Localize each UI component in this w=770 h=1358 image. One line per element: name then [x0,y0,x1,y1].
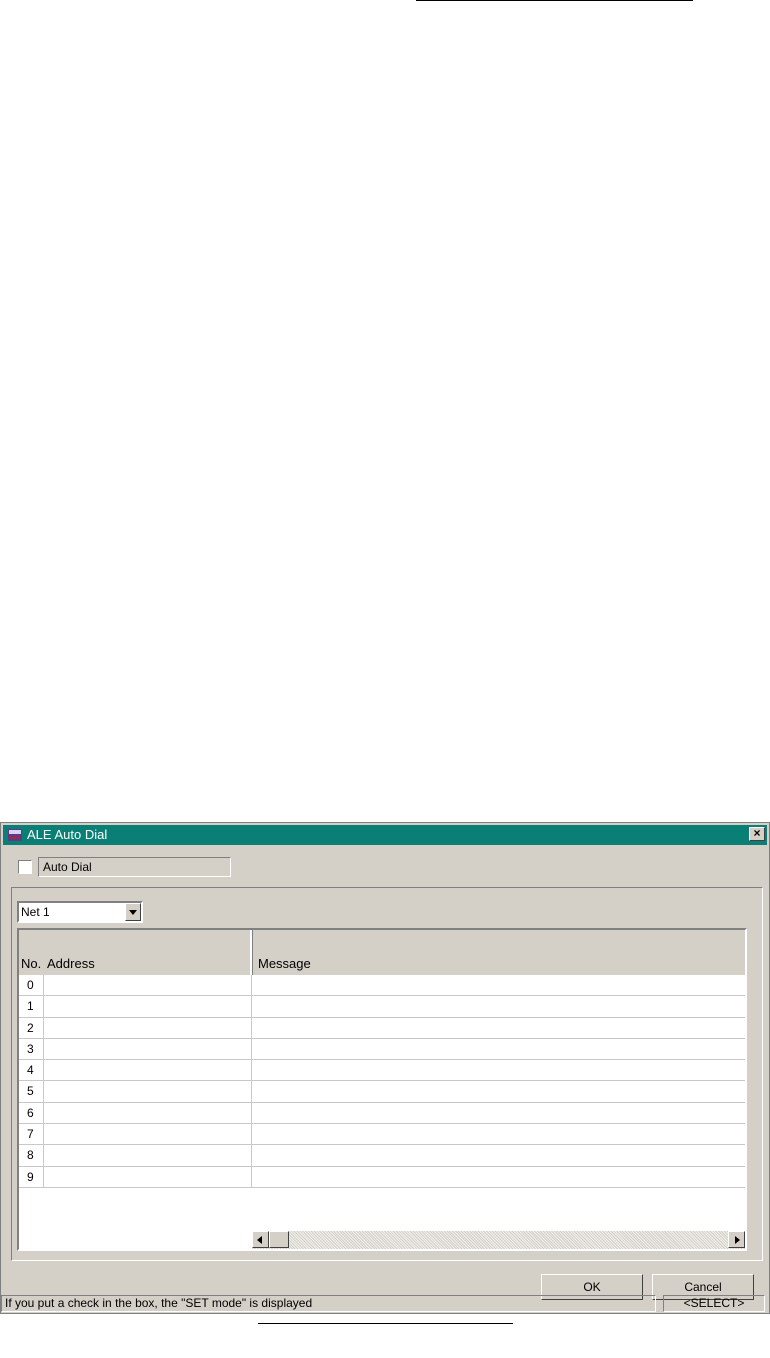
window-title: ALE Auto Dial [27,827,108,842]
address-table: No. Address Message 0 1 2 3 4 5 6 7 8 9 [17,928,747,1251]
message-cell[interactable] [252,975,745,995]
title-bar: ALE Auto Dial × [3,825,767,845]
message-cell[interactable] [252,1124,745,1144]
row-number: 5 [19,1081,44,1102]
close-button[interactable]: × [749,827,765,841]
row-number: 1 [19,996,44,1017]
table-row[interactable]: 8 [19,1145,745,1167]
row-number: 4 [19,1060,44,1081]
table-row[interactable]: 0 [19,975,745,997]
row-number: 7 [19,1124,44,1145]
net-select[interactable]: Net 1 [17,901,143,923]
arrow-left-icon [257,1236,262,1244]
row-number: 0 [19,975,44,996]
address-cell[interactable] [44,1124,252,1145]
table-footer-blank [19,1231,251,1249]
row-number: 6 [19,1102,44,1124]
column-header-message: Message [258,956,311,971]
table-row[interactable]: 5 [19,1081,745,1103]
message-cell[interactable] [252,1167,745,1187]
auto-dial-checkbox[interactable] [18,860,32,874]
radio-app-icon [8,829,22,841]
address-cell[interactable] [44,1038,252,1060]
table-header-right[interactable]: Message [252,930,745,975]
status-message: If you put a check in the box, the "SET … [1,1295,656,1312]
address-cell[interactable] [44,996,252,1017]
address-cell[interactable] [44,975,252,996]
net-select-dropdown-button[interactable] [125,903,141,921]
table-row[interactable]: 7 [19,1124,745,1146]
row-number: 2 [19,1017,44,1038]
page-rule-bottom [258,1323,513,1324]
message-cell[interactable] [252,1103,745,1123]
address-cell[interactable] [44,1017,252,1038]
table-row[interactable]: 4 [19,1060,745,1082]
status-bar: If you put a check in the box, the "SET … [1,1295,769,1313]
table-row[interactable]: 9 [19,1166,745,1188]
chevron-down-icon [129,910,137,915]
status-mode: <SELECT> [663,1295,765,1312]
address-cell[interactable] [44,1166,252,1187]
column-header-address: Address [47,956,95,971]
table-row[interactable]: 3 [19,1038,745,1061]
page-rule-top [416,0,693,1]
scroll-right-button[interactable] [728,1231,745,1248]
message-cell[interactable] [252,1145,745,1165]
message-cell[interactable] [252,1039,745,1059]
address-cell[interactable] [44,1145,252,1166]
message-cell[interactable] [252,1060,745,1080]
horizontal-scrollbar[interactable] [252,1231,745,1249]
table-header-left[interactable]: No. Address [19,930,251,975]
ale-auto-dial-dialog: ALE Auto Dial × Auto Dial Net 1 No. Addr… [0,822,770,1314]
address-cell[interactable] [44,1081,252,1102]
close-icon: × [753,826,761,840]
message-cell[interactable] [252,1018,745,1038]
address-cell[interactable] [44,1102,252,1124]
table-row[interactable]: 1 [19,996,745,1018]
table-row[interactable]: 6 [19,1102,745,1125]
arrow-right-icon [735,1236,740,1244]
column-header-no: No. [21,956,42,971]
table-body: 0 1 2 3 4 5 6 7 8 9 [19,975,745,1188]
row-number: 3 [19,1038,44,1060]
row-number: 9 [19,1166,44,1187]
net-select-value: Net 1 [21,905,50,919]
message-cell[interactable] [252,1081,745,1101]
row-number: 8 [19,1145,44,1166]
auto-dial-label: Auto Dial [38,857,231,877]
scrollbar-thumb[interactable] [269,1231,289,1248]
message-cell[interactable] [252,996,745,1016]
address-cell[interactable] [44,1060,252,1081]
table-row[interactable]: 2 [19,1017,745,1039]
scroll-left-button[interactable] [252,1231,269,1248]
